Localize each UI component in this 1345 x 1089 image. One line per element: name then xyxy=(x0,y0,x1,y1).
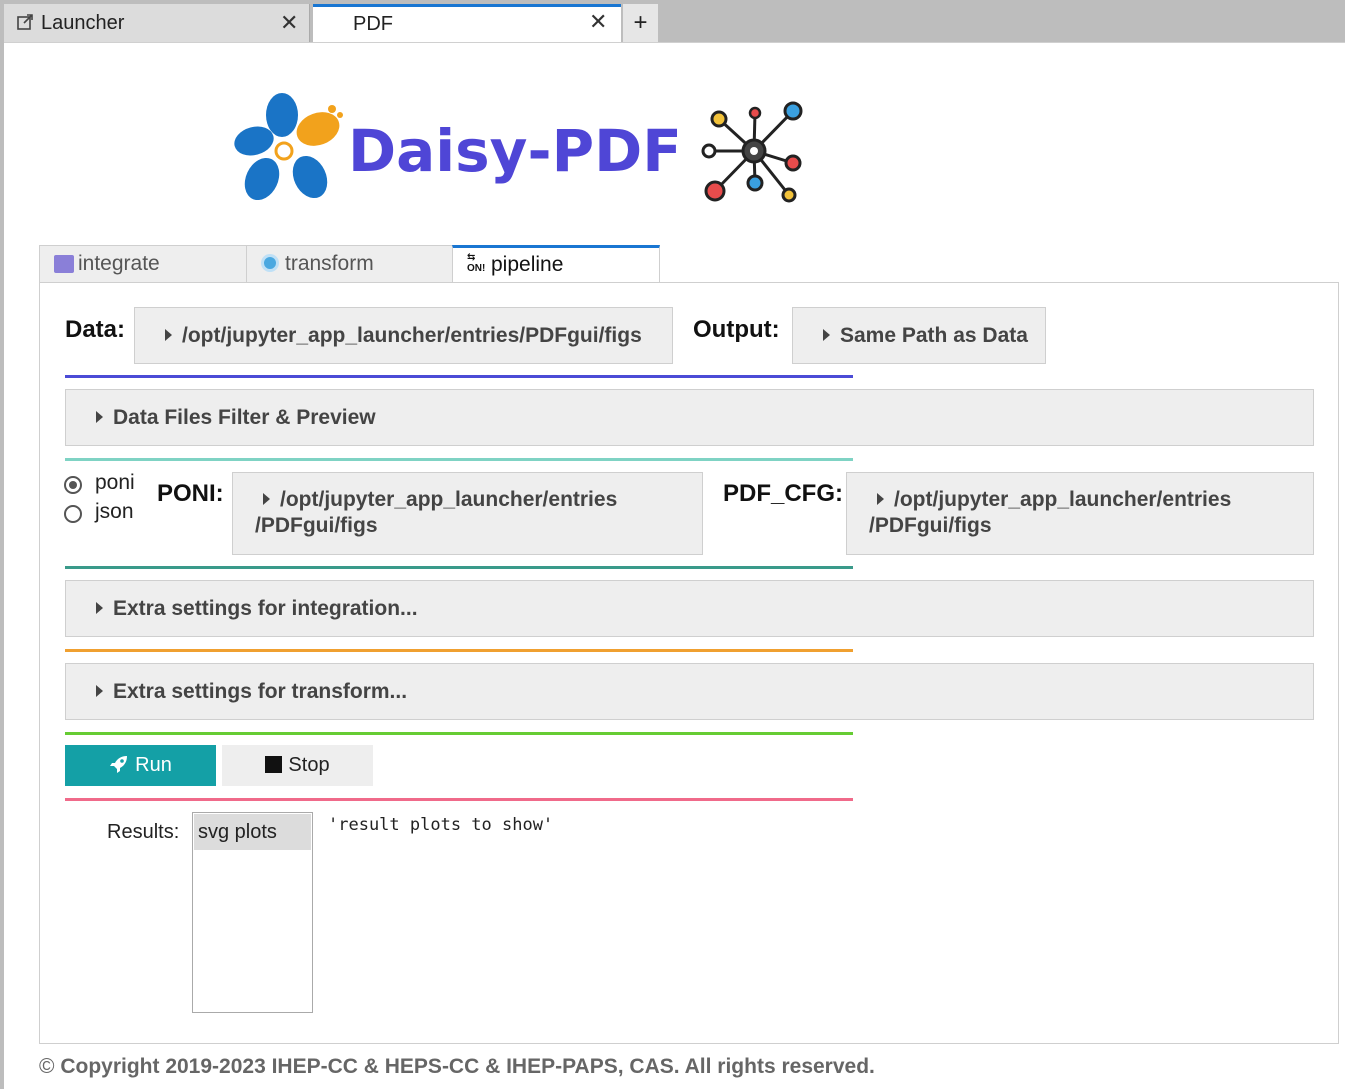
close-icon[interactable]: ✕ xyxy=(280,4,298,42)
copyright-text: © Copyright 2019-2023 IHEP-CC & HEPS-CC … xyxy=(39,1055,875,1079)
accordion-label: Extra settings for transform... xyxy=(113,680,408,703)
copyright-label: Copyright 2019-2023 IHEP-CC & HEPS-CC & … xyxy=(60,1055,875,1078)
radio-json-label: json xyxy=(95,500,134,523)
poni-path-line1: /opt/jupyter_app_launcher/entries xyxy=(280,488,618,511)
daisy-logo-icon xyxy=(232,91,352,212)
pdf-app: Daisy-PDF integrate transform ⇆ ON! pipe… xyxy=(4,42,1345,1089)
result-output: 'result plots to show' xyxy=(328,815,554,835)
caret-right-icon xyxy=(96,602,103,614)
pdfcfg-path-button[interactable]: /opt/jupyter_app_launcher/entries /PDFgu… xyxy=(846,472,1314,555)
caret-right-icon xyxy=(96,685,103,697)
divider xyxy=(65,458,853,461)
divider xyxy=(65,732,853,735)
data-path-button[interactable]: /opt/jupyter_app_launcher/entries/PDFgui… xyxy=(134,307,673,364)
caret-right-icon xyxy=(263,493,270,505)
results-select[interactable]: svg plots xyxy=(192,812,313,1013)
data-path-value: /opt/jupyter_app_launcher/entries/PDFgui… xyxy=(182,324,642,347)
tab-integrate[interactable]: integrate xyxy=(39,245,247,283)
stop-label: Stop xyxy=(288,754,330,776)
tab-pipeline[interactable]: ⇆ ON! pipeline xyxy=(452,245,660,285)
tab-launcher-label: Launcher xyxy=(41,12,125,34)
tab-launcher[interactable]: Launcher ✕ xyxy=(4,4,310,42)
app-title: Daisy-PDF xyxy=(348,117,682,185)
integration-settings-accordion[interactable]: Extra settings for integration... xyxy=(65,580,1314,637)
output-path-value: Same Path as Data xyxy=(840,324,1028,347)
results-option[interactable]: svg plots xyxy=(194,814,311,850)
caret-right-icon xyxy=(877,493,884,505)
caret-right-icon xyxy=(96,411,103,423)
accordion-label: Extra settings for integration... xyxy=(113,597,418,620)
swirl-icon xyxy=(261,254,279,272)
tab-transform[interactable]: transform xyxy=(246,245,453,283)
network-icon xyxy=(699,99,809,214)
tab-pdf-label: PDF xyxy=(353,13,393,35)
divider xyxy=(65,375,853,378)
divider xyxy=(65,798,853,801)
external-link-icon xyxy=(16,4,34,42)
results-label: Results: xyxy=(107,821,180,843)
poni-path-line2: /PDFgui/figs xyxy=(255,514,378,537)
close-icon[interactable]: ✕ xyxy=(589,5,607,39)
radio-poni-label: poni xyxy=(95,471,135,494)
rocket-icon xyxy=(109,748,129,789)
new-tab-button[interactable]: + xyxy=(623,4,658,42)
radio-json[interactable] xyxy=(64,505,82,523)
accordion-label: Data Files Filter & Preview xyxy=(113,406,376,429)
pdfcfg-path-line2: /PDFgui/figs xyxy=(869,514,992,537)
copyright-icon: © xyxy=(39,1055,55,1078)
run-label: Run xyxy=(135,754,172,776)
run-button[interactable]: Run xyxy=(65,745,216,786)
data-label: Data: xyxy=(65,316,126,343)
divider xyxy=(65,566,853,569)
caret-right-icon xyxy=(823,329,830,341)
menorah-icon xyxy=(54,255,74,273)
tab-pipeline-label: pipeline xyxy=(491,253,564,276)
data-files-filter-accordion[interactable]: Data Files Filter & Preview xyxy=(65,389,1314,446)
radio-poni[interactable] xyxy=(64,476,82,494)
poni-label: PONI: xyxy=(157,480,224,507)
transform-settings-accordion[interactable]: Extra settings for transform... xyxy=(65,663,1314,720)
tab-transform-label: transform xyxy=(285,252,374,275)
caret-right-icon xyxy=(165,329,172,341)
tab-pdf[interactable]: PDF ✕ xyxy=(313,4,621,42)
stop-button[interactable]: Stop xyxy=(222,745,373,786)
pdfcfg-label: PDF_CFG: xyxy=(723,480,843,507)
poni-path-button[interactable]: /opt/jupyter_app_launcher/entries /PDFgu… xyxy=(232,472,703,555)
output-path-button[interactable]: Same Path as Data xyxy=(792,307,1046,364)
output-label: Output: xyxy=(693,316,780,343)
browser-tab-bar: Launcher ✕ PDF ✕ + xyxy=(0,0,1345,42)
on-arrow-icon: ⇆ ON! xyxy=(467,252,486,274)
stop-icon xyxy=(265,756,283,773)
tab-integrate-label: integrate xyxy=(78,252,160,275)
divider xyxy=(65,649,853,652)
pdfcfg-path-line1: /opt/jupyter_app_launcher/entries xyxy=(894,488,1232,511)
